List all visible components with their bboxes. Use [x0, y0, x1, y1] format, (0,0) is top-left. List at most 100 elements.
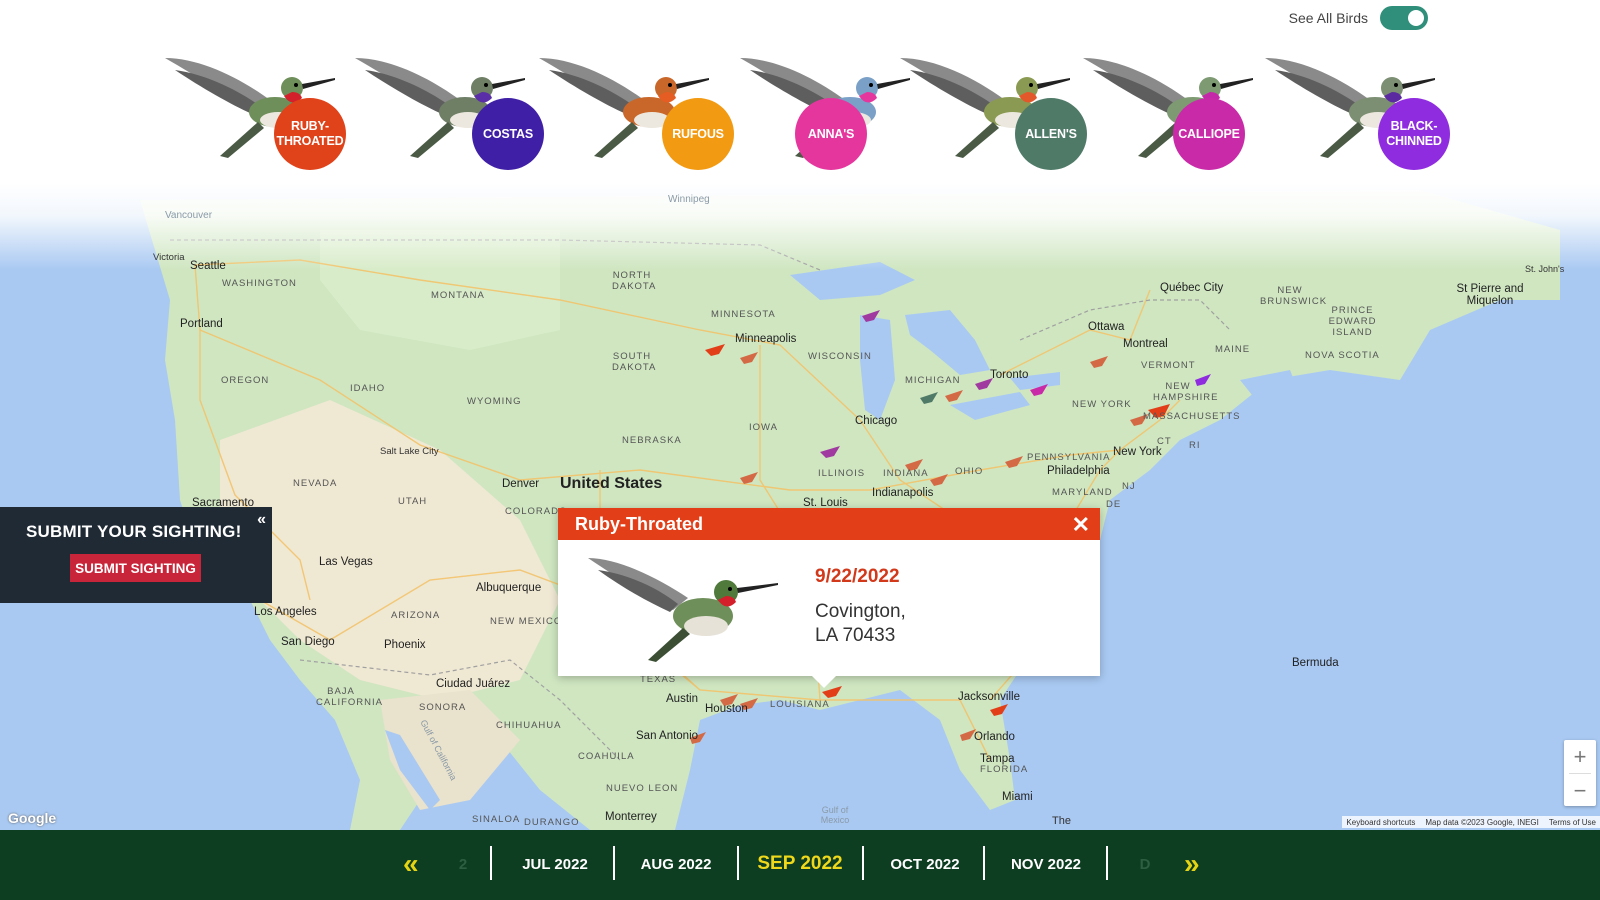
city-label: Monterrey — [605, 811, 657, 823]
city-label: Jacksonville — [958, 691, 1020, 703]
bird-label-badge[interactable]: ANNA'S — [795, 98, 867, 170]
sighting-marker[interactable] — [1090, 356, 1108, 368]
ruby-throated-hummingbird-image — [588, 558, 778, 662]
sighting-marker[interactable] — [1005, 456, 1023, 468]
state-label: INDIANA — [883, 468, 929, 479]
sighting-marker[interactable] — [945, 390, 963, 402]
sighting-marker[interactable] — [1030, 384, 1048, 396]
state-label: PRINCE EDWARD ISLAND — [1328, 305, 1377, 338]
state-label: WISCONSIN — [808, 351, 872, 362]
water-label: The — [1052, 815, 1071, 827]
sighting-marker[interactable] — [740, 472, 758, 484]
state-label: NEVADA — [293, 478, 338, 489]
timeline-month[interactable]: AUG 2022 — [621, 856, 731, 873]
bird-label-badge[interactable]: CALLIOPE — [1173, 98, 1245, 170]
bird-option-annas[interactable]: ANNA'S — [735, 28, 915, 178]
timeline-month[interactable]: SEP 2022 — [745, 853, 855, 875]
terms-link[interactable]: Terms of Use — [1549, 818, 1596, 827]
state-label: OHIO — [955, 466, 984, 477]
zoom-out-button[interactable]: − — [1564, 774, 1596, 807]
submit-sighting-button[interactable]: SUBMIT SIGHTING — [70, 554, 201, 582]
timeline-month[interactable]: NOV 2022 — [991, 856, 1101, 873]
timeline-divider — [1106, 846, 1108, 880]
bird-option-black-chinned[interactable]: BLACK- CHINNED — [1260, 28, 1450, 178]
sighting-marker[interactable] — [920, 392, 938, 404]
timeline-divider — [862, 846, 864, 880]
sighting-location: Covington, LA 70433 — [815, 601, 906, 646]
city-label: Chicago — [855, 415, 898, 427]
city-label: St Pierre and Miquelon — [1456, 283, 1524, 307]
city-label: Orlando — [974, 731, 1015, 743]
state-label: MINNESOTA — [711, 309, 776, 320]
see-all-birds-toggle[interactable] — [1380, 6, 1428, 30]
sighting-marker[interactable] — [820, 446, 840, 458]
close-icon[interactable]: ✕ — [1072, 512, 1090, 538]
sighting-marker[interactable] — [740, 352, 758, 364]
bird-option-costas[interactable]: COSTAS — [350, 28, 544, 178]
state-label: MASSACHUSETTS — [1143, 411, 1241, 422]
sighting-marker[interactable] — [990, 704, 1008, 716]
zoom-control: + − — [1564, 740, 1596, 806]
bird-option-rufous[interactable]: RUFOUS — [534, 28, 734, 178]
popup-pointer — [810, 674, 838, 688]
state-label: FLORIDA — [980, 764, 1029, 775]
bird-option-ruby-throated[interactable]: RUBY- THROATED — [160, 28, 346, 178]
bird-option-calliope[interactable]: CALLIOPE — [1078, 28, 1258, 178]
zoom-in-button[interactable]: + — [1564, 740, 1596, 773]
city-label: Montreal — [1123, 338, 1168, 350]
city-label: San Diego — [281, 636, 335, 648]
see-all-birds-toggle-group: See All Birds — [1289, 6, 1428, 30]
bird-label-badge[interactable]: ALLEN'S — [1015, 98, 1087, 170]
state-label: OREGON — [221, 375, 270, 386]
sighting-date: 9/22/2022 — [815, 566, 900, 587]
city-label: San Antonio — [636, 730, 699, 742]
keyboard-shortcuts-link[interactable]: Keyboard shortcuts — [1346, 818, 1415, 827]
city-label: Winnipeg — [668, 194, 710, 205]
toggle-knob — [1408, 10, 1424, 26]
city-label: St. John's — [1525, 264, 1565, 274]
google-logo: Google — [8, 810, 57, 826]
state-label: BAJA CALIFORNIA — [316, 686, 384, 708]
state-label: NEBRASKA — [622, 435, 682, 446]
city-label: Bermuda — [1292, 657, 1339, 669]
state-label: NJ — [1122, 481, 1136, 492]
water-label: Gulf of Mexico — [820, 805, 850, 825]
state-label: SINALOA — [472, 814, 521, 825]
timeline-month[interactable]: OCT 2022 — [870, 856, 980, 873]
state-label: NUEVO LEON — [606, 783, 679, 794]
sighting-marker[interactable] — [930, 474, 948, 486]
city-label: Indianapolis — [872, 487, 934, 499]
city-label: Houston — [705, 703, 748, 715]
submit-sighting-title: SUBMIT YOUR SIGHTING! — [26, 522, 242, 541]
city-label: Las Vegas — [319, 556, 373, 568]
city-label: Ottawa — [1088, 321, 1125, 333]
country-label: United States — [560, 475, 663, 492]
state-label: NOVA SCOTIA — [1305, 350, 1380, 361]
state-label: NEW BRUNSWICK — [1260, 285, 1328, 307]
map-data-text: Map data ©2023 Google, INEGI — [1425, 817, 1539, 827]
state-label: CT — [1157, 436, 1172, 447]
city-label: Los Angeles — [254, 606, 317, 618]
bird-label-badge[interactable]: BLACK- CHINNED — [1378, 98, 1450, 170]
timeline-month[interactable]: JUL 2022 — [500, 856, 610, 873]
state-label: LOUISIANA — [770, 699, 830, 710]
state-label: MONTANA — [431, 290, 485, 301]
timeline-divider — [983, 846, 985, 880]
sighting-marker[interactable] — [705, 344, 725, 356]
collapse-panel-icon[interactable]: « — [257, 511, 266, 529]
city-label: Ciudad Juárez — [436, 678, 511, 690]
state-label: MICHIGAN — [905, 375, 961, 386]
bird-label-badge[interactable]: RUBY- THROATED — [274, 98, 346, 170]
city-label: Denver — [502, 478, 540, 490]
sighting-popup: Ruby-Throated ✕ 9/22/2022 Covington, LA … — [558, 508, 1100, 688]
state-label: MAINE — [1215, 344, 1251, 355]
sighting-marker[interactable] — [862, 310, 880, 322]
bird-label-badge[interactable]: RUFOUS — [662, 98, 734, 170]
state-label: SONORA — [419, 702, 467, 713]
city-label: New York — [1113, 446, 1162, 458]
state-label: ILLINOIS — [818, 468, 866, 479]
state-label: IOWA — [749, 422, 778, 433]
bird-option-allens[interactable]: ALLEN'S — [895, 28, 1087, 178]
city-label: Seattle — [190, 260, 226, 272]
state-label: UTAH — [398, 496, 428, 507]
